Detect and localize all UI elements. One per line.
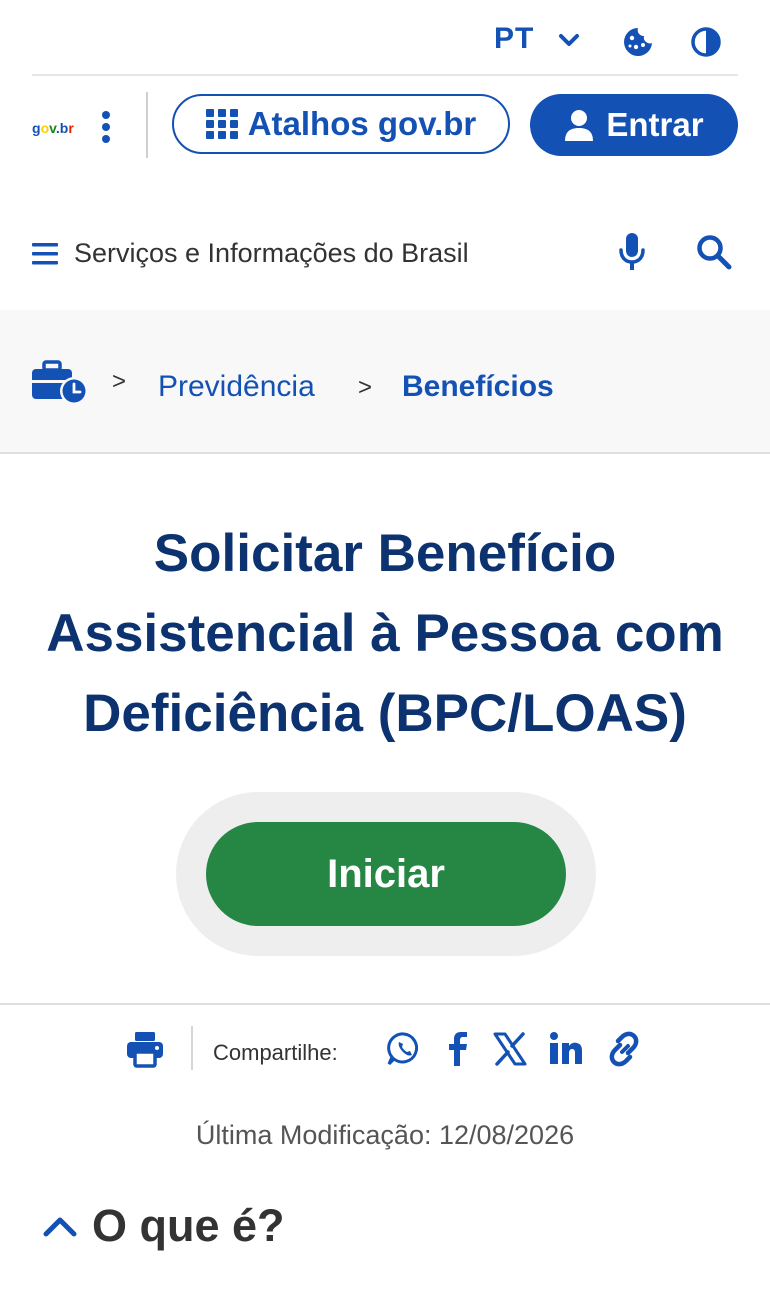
search-icon[interactable] bbox=[696, 234, 732, 270]
page-title-line: Deficiência (BPC/LOAS) bbox=[83, 684, 687, 743]
linkedin-icon[interactable] bbox=[548, 1030, 584, 1068]
breadcrumb-separator: > bbox=[112, 368, 127, 395]
whatsapp-icon[interactable] bbox=[386, 1030, 422, 1068]
share-label: Compartilhe: bbox=[213, 1040, 338, 1065]
cookie-icon[interactable] bbox=[622, 26, 654, 58]
user-icon bbox=[565, 110, 594, 141]
atalhos-label: Atalhos gov.br bbox=[247, 105, 477, 142]
menu-icon[interactable] bbox=[32, 242, 58, 266]
more-vertical-icon[interactable] bbox=[100, 110, 112, 144]
grid-icon bbox=[205, 109, 238, 139]
x-icon[interactable] bbox=[492, 1030, 528, 1068]
page-title-line: Solicitar Benefício bbox=[153, 524, 617, 583]
entrar-label: Entrar bbox=[606, 106, 704, 143]
chevron-up-icon[interactable] bbox=[42, 1214, 78, 1238]
site-title[interactable]: Serviços e Informações do Brasil bbox=[74, 238, 469, 269]
entrar-button[interactable]: Entrar bbox=[530, 94, 738, 156]
svg-text:gov.br: gov.br bbox=[32, 120, 74, 136]
language-selector[interactable]: PT bbox=[494, 22, 534, 56]
page-title-line: Assistencial à Pessoa com bbox=[46, 604, 724, 663]
last-modified: Última Modificação: 12/08/2026 bbox=[195, 1120, 575, 1150]
divider bbox=[0, 1003, 770, 1005]
govbr-logo[interactable]: gov.br bbox=[32, 118, 76, 138]
divider bbox=[32, 74, 738, 76]
print-icon[interactable] bbox=[126, 1030, 164, 1068]
breadcrumb-item-beneficios[interactable]: Benefícios bbox=[402, 370, 554, 404]
chevron-down-icon[interactable] bbox=[558, 30, 580, 50]
facebook-icon[interactable] bbox=[440, 1030, 476, 1068]
link-icon[interactable] bbox=[606, 1030, 642, 1068]
section-title-o-que-e[interactable]: O que é? bbox=[92, 1200, 285, 1252]
start-button[interactable]: Iniciar bbox=[206, 822, 566, 926]
atalhos-button[interactable]: Atalhos gov.br bbox=[172, 94, 510, 154]
divider bbox=[191, 1026, 193, 1070]
briefcase-clock-icon[interactable] bbox=[32, 360, 90, 406]
page-title: Solicitar Benefício Assistencial à Pesso… bbox=[20, 514, 750, 754]
contrast-icon[interactable] bbox=[690, 26, 722, 58]
microphone-icon[interactable] bbox=[618, 232, 646, 272]
breadcrumb-item-previdencia[interactable]: Previdência bbox=[158, 370, 315, 404]
breadcrumb-separator: > bbox=[358, 374, 373, 401]
divider bbox=[146, 92, 148, 158]
